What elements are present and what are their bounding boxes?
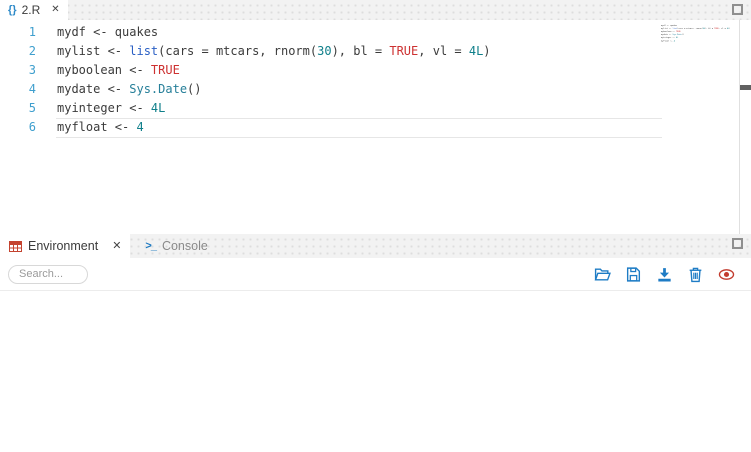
code-token: (cars = mtcars, rnorm( — [158, 44, 318, 58]
code-token: mydf <- quakes — [57, 25, 159, 39]
code-token: ) — [483, 44, 491, 58]
code-token: 4 — [136, 120, 144, 134]
panel-tabbar: Environment ✕ >_ Console — [0, 234, 751, 258]
import-data-icon[interactable] — [656, 266, 673, 283]
code-token: (cars = mtcars, rnorm( — [677, 27, 703, 30]
minimap-line: myfloat <- 4 — [661, 39, 738, 42]
minimap[interactable]: mydf <- quakes mylist <- list(cars = mtca… — [661, 24, 739, 64]
code-editor[interactable]: 123456 mydf <- quakes mylist <- list(cars… — [0, 20, 751, 234]
code-token: 4 — [673, 39, 675, 42]
tab-console[interactable]: >_ Console — [136, 234, 216, 258]
code-lines[interactable]: mydf <- quakes mylist <- list(cars = mtca… — [57, 23, 661, 137]
code-token: TRUE — [150, 63, 180, 77]
line-number: 3 — [28, 63, 36, 77]
editor-tabbar: {} 2.R ✕ — [0, 0, 751, 20]
code-line[interactable]: myinteger <- 4L — [57, 99, 661, 118]
code-line[interactable]: mylist <- list(cars = mtcars, rnorm(30),… — [57, 42, 661, 61]
maximize-panel-icon[interactable] — [732, 238, 743, 249]
code-token: myinteger <- — [57, 101, 151, 115]
r-file-icon: {} — [8, 4, 17, 16]
code-line[interactable]: myfloat <- 4 — [57, 118, 661, 137]
code-token: ) — [729, 27, 731, 30]
code-token: mydate <- — [57, 82, 130, 96]
search-input[interactable] — [8, 264, 88, 284]
code-token: 30 — [317, 44, 332, 58]
close-icon[interactable]: ✕ — [112, 240, 121, 252]
tab-environment[interactable]: Environment ✕ — [0, 234, 131, 258]
tabbar-empty-space — [68, 0, 732, 20]
show-hidden-objects-eye-icon[interactable] — [718, 266, 735, 283]
scrollbar-cursor-marker[interactable] — [740, 85, 751, 90]
panel-tabbar-empty-space — [217, 234, 732, 258]
code-token: () — [187, 82, 202, 96]
code-line[interactable]: mydate <- Sys.Date() — [57, 80, 661, 99]
table-grid-icon — [9, 240, 22, 252]
code-token: 4L — [676, 36, 679, 39]
code-token: myfloat <- — [661, 39, 674, 42]
code-token: ), bl = — [704, 27, 715, 30]
save-icon[interactable] — [625, 266, 642, 283]
editor-tab-label: 2.R — [21, 3, 41, 17]
line-number: 1 — [28, 25, 36, 39]
editor-tab-2r[interactable]: {} 2.R ✕ — [0, 0, 68, 20]
code-token: mylist <- — [57, 44, 130, 58]
ide-window: {} 2.R ✕ 1 2 3 4 5 6 mydf <- quakes mylist <- … — [0, 0, 751, 452]
minimap-content: mydf <- quakes mylist <- list(cars = mtca… — [661, 24, 738, 42]
code-token: myfloat <- — [57, 120, 137, 134]
terminal-prompt-icon: >_ — [145, 240, 157, 252]
environment-list-empty — [0, 291, 751, 452]
line-number: 6 — [28, 120, 36, 134]
environment-toolbar — [0, 258, 751, 291]
code-line[interactable]: mydf <- quakes — [57, 23, 661, 42]
maximize-panel-icon[interactable] — [732, 4, 743, 15]
code-token: , vl = — [418, 44, 469, 58]
close-icon[interactable]: ✕ — [51, 5, 59, 15]
trash-icon[interactable] — [687, 266, 704, 283]
code-token: myboolean <- — [57, 63, 151, 77]
code-token: ), bl = — [331, 44, 390, 58]
code-token: Sys.Date — [129, 82, 188, 96]
tab-console-label: Console — [161, 239, 208, 253]
code-token: () — [681, 33, 685, 36]
open-folder-icon[interactable] — [594, 266, 611, 283]
line-number: 2 — [28, 44, 36, 58]
toolbar-icons — [594, 266, 735, 283]
code-token: 4L — [150, 101, 166, 115]
code-line[interactable]: myboolean <- TRUE — [57, 61, 661, 80]
line-number: 5 — [28, 101, 36, 115]
tab-environment-label: Environment — [28, 239, 99, 253]
code-token: , vl = — [718, 27, 727, 30]
code-token: list — [129, 44, 159, 58]
editor-right-border — [739, 20, 740, 234]
line-number: 4 — [28, 82, 36, 96]
code-token: 4L — [468, 44, 484, 58]
gutter: 1 2 3 4 5 6 — [0, 23, 36, 137]
code-token: TRUE — [389, 44, 419, 58]
